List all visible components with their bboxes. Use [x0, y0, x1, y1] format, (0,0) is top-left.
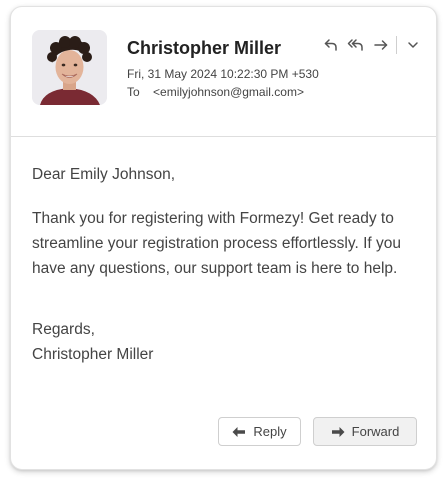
email-header: Christopher Miller Fri, 31 May 2024 10:2… — [11, 7, 436, 137]
forward-icon[interactable] — [370, 35, 392, 55]
email-message: Thank you for registering with Formezy! … — [32, 210, 401, 277]
email-body: Dear Emily Johnson, Thank you for regist… — [32, 162, 407, 367]
reply-all-icon[interactable] — [345, 35, 367, 55]
to-label: To — [127, 85, 140, 99]
forward-arrow-icon — [331, 426, 345, 437]
reply-button[interactable]: Reply — [218, 417, 301, 446]
email-card: Christopher Miller Fri, 31 May 2024 10:2… — [10, 6, 437, 470]
email-actions — [317, 35, 424, 55]
avatar-image — [32, 30, 107, 105]
reply-button-label: Reply — [253, 424, 287, 439]
forward-button-label: Forward — [351, 424, 400, 439]
email-date: Fri, 31 May 2024 10:22:30 PM +530 — [127, 67, 319, 81]
email-closing: Regards, — [32, 321, 95, 338]
recipient-row: To <emilyjohnson@gmail.com> — [127, 85, 304, 99]
toolbar-divider — [396, 36, 397, 54]
email-greeting: Dear Emily Johnson, — [32, 166, 176, 183]
reply-icon[interactable] — [320, 35, 342, 55]
recipient-address[interactable]: <emilyjohnson@gmail.com> — [153, 85, 304, 99]
avatar — [32, 30, 107, 105]
email-signature: Christopher Miller — [32, 346, 154, 363]
sender-name: Christopher Miller — [127, 38, 282, 58]
chevron-down-icon[interactable] — [402, 35, 424, 55]
forward-button[interactable]: Forward — [313, 417, 417, 446]
reply-arrow-icon — [232, 426, 246, 437]
